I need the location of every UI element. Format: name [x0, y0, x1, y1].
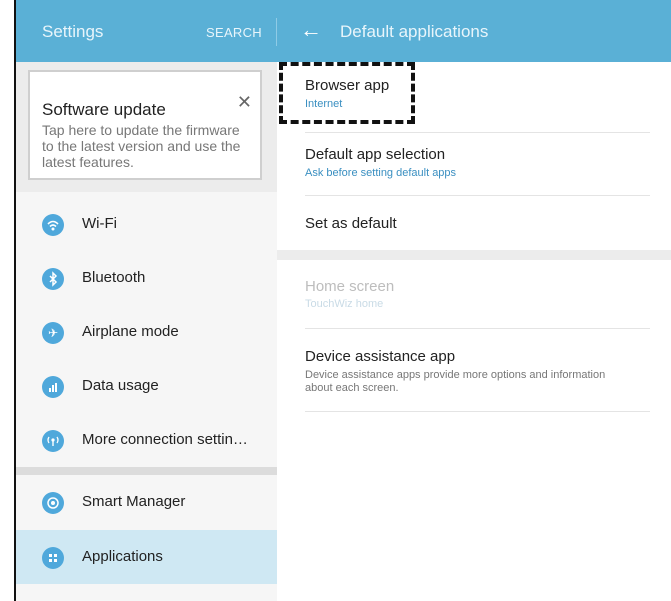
sidebar-item-label: More connection settin… — [82, 431, 248, 448]
sidebar: Software update Tap here to update the f… — [16, 62, 277, 601]
default-app-selection-item[interactable]: Default app selection Ask before setting… — [305, 133, 650, 196]
software-update-card[interactable]: Software update Tap here to update the f… — [28, 70, 262, 180]
item-title: Default app selection — [305, 146, 446, 163]
sidebar-item-label: Data usage — [82, 377, 159, 394]
device-assistance-app-item[interactable]: Device assistance app Device assistance … — [305, 329, 650, 412]
header-divider — [276, 18, 277, 46]
bluetooth-icon — [42, 268, 64, 290]
sidebar-item-data-usage[interactable]: Data usage — [16, 359, 277, 413]
connections-group: Wi-Fi Bluetooth ✈ Airplane mode Data usa… — [16, 192, 277, 470]
item-subtitle: Ask before setting default apps — [305, 167, 457, 179]
sidebar-item-label: Smart Manager — [82, 493, 186, 510]
smart-manager-icon — [42, 492, 64, 514]
page-title: Default applications — [340, 22, 489, 41]
sidebar-item-smart-manager[interactable]: Smart Manager — [16, 475, 277, 529]
main-panel: Browser app Internet Default app selecti… — [277, 62, 671, 601]
item-subtitle: TouchWiz home — [305, 298, 384, 310]
top-bar: Settings SEARCH ← Default applications — [16, 0, 671, 62]
item-title: Device assistance app — [305, 348, 456, 365]
item-title: Home screen — [305, 278, 395, 295]
software-update-description: Tap here to update the firmware to the l… — [42, 122, 241, 170]
browser-app-item[interactable]: Browser app Internet — [305, 62, 650, 133]
sidebar-item-label: Bluetooth — [82, 269, 146, 286]
arrow-left-icon[interactable]: ← — [300, 17, 322, 43]
item-subtitle: Internet — [305, 98, 343, 110]
settings-window: Settings SEARCH ← Default applications S… — [14, 0, 671, 601]
sidebar-item-wifi[interactable]: Wi-Fi — [16, 197, 277, 251]
sidebar-item-more-connection-settings[interactable]: More connection settin… — [16, 413, 277, 467]
airplane-icon: ✈ — [42, 322, 64, 344]
section-divider — [277, 250, 671, 260]
sidebar-item-label: Applications — [82, 548, 163, 565]
search-button[interactable]: SEARCH — [206, 25, 262, 40]
home-screen-item: Home screen TouchWiz home — [305, 260, 650, 329]
device-group: Smart Manager Applications — [16, 475, 277, 601]
software-update-title: Software update — [42, 100, 166, 119]
item-title: Set as default — [305, 215, 397, 232]
applications-icon — [42, 547, 64, 569]
item-description: Device assistance apps provide more opti… — [305, 369, 606, 394]
connection-icon — [42, 430, 64, 452]
sidebar-item-label: Airplane mode — [82, 323, 179, 340]
set-as-default-item[interactable]: Set as default — [305, 196, 650, 248]
sidebar-item-label: Wi-Fi — [82, 215, 117, 232]
sidebar-item-applications[interactable]: Applications — [16, 530, 277, 584]
sidebar-item-airplane-mode[interactable]: ✈ Airplane mode — [16, 305, 277, 359]
wifi-icon — [42, 214, 64, 236]
sidebar-item-bluetooth[interactable]: Bluetooth — [16, 251, 277, 305]
sidebar-group-divider — [16, 467, 277, 475]
settings-title: Settings — [42, 22, 104, 41]
close-icon[interactable]: ✕ — [237, 92, 252, 113]
data-usage-icon — [42, 376, 64, 398]
item-title: Browser app — [305, 77, 390, 94]
